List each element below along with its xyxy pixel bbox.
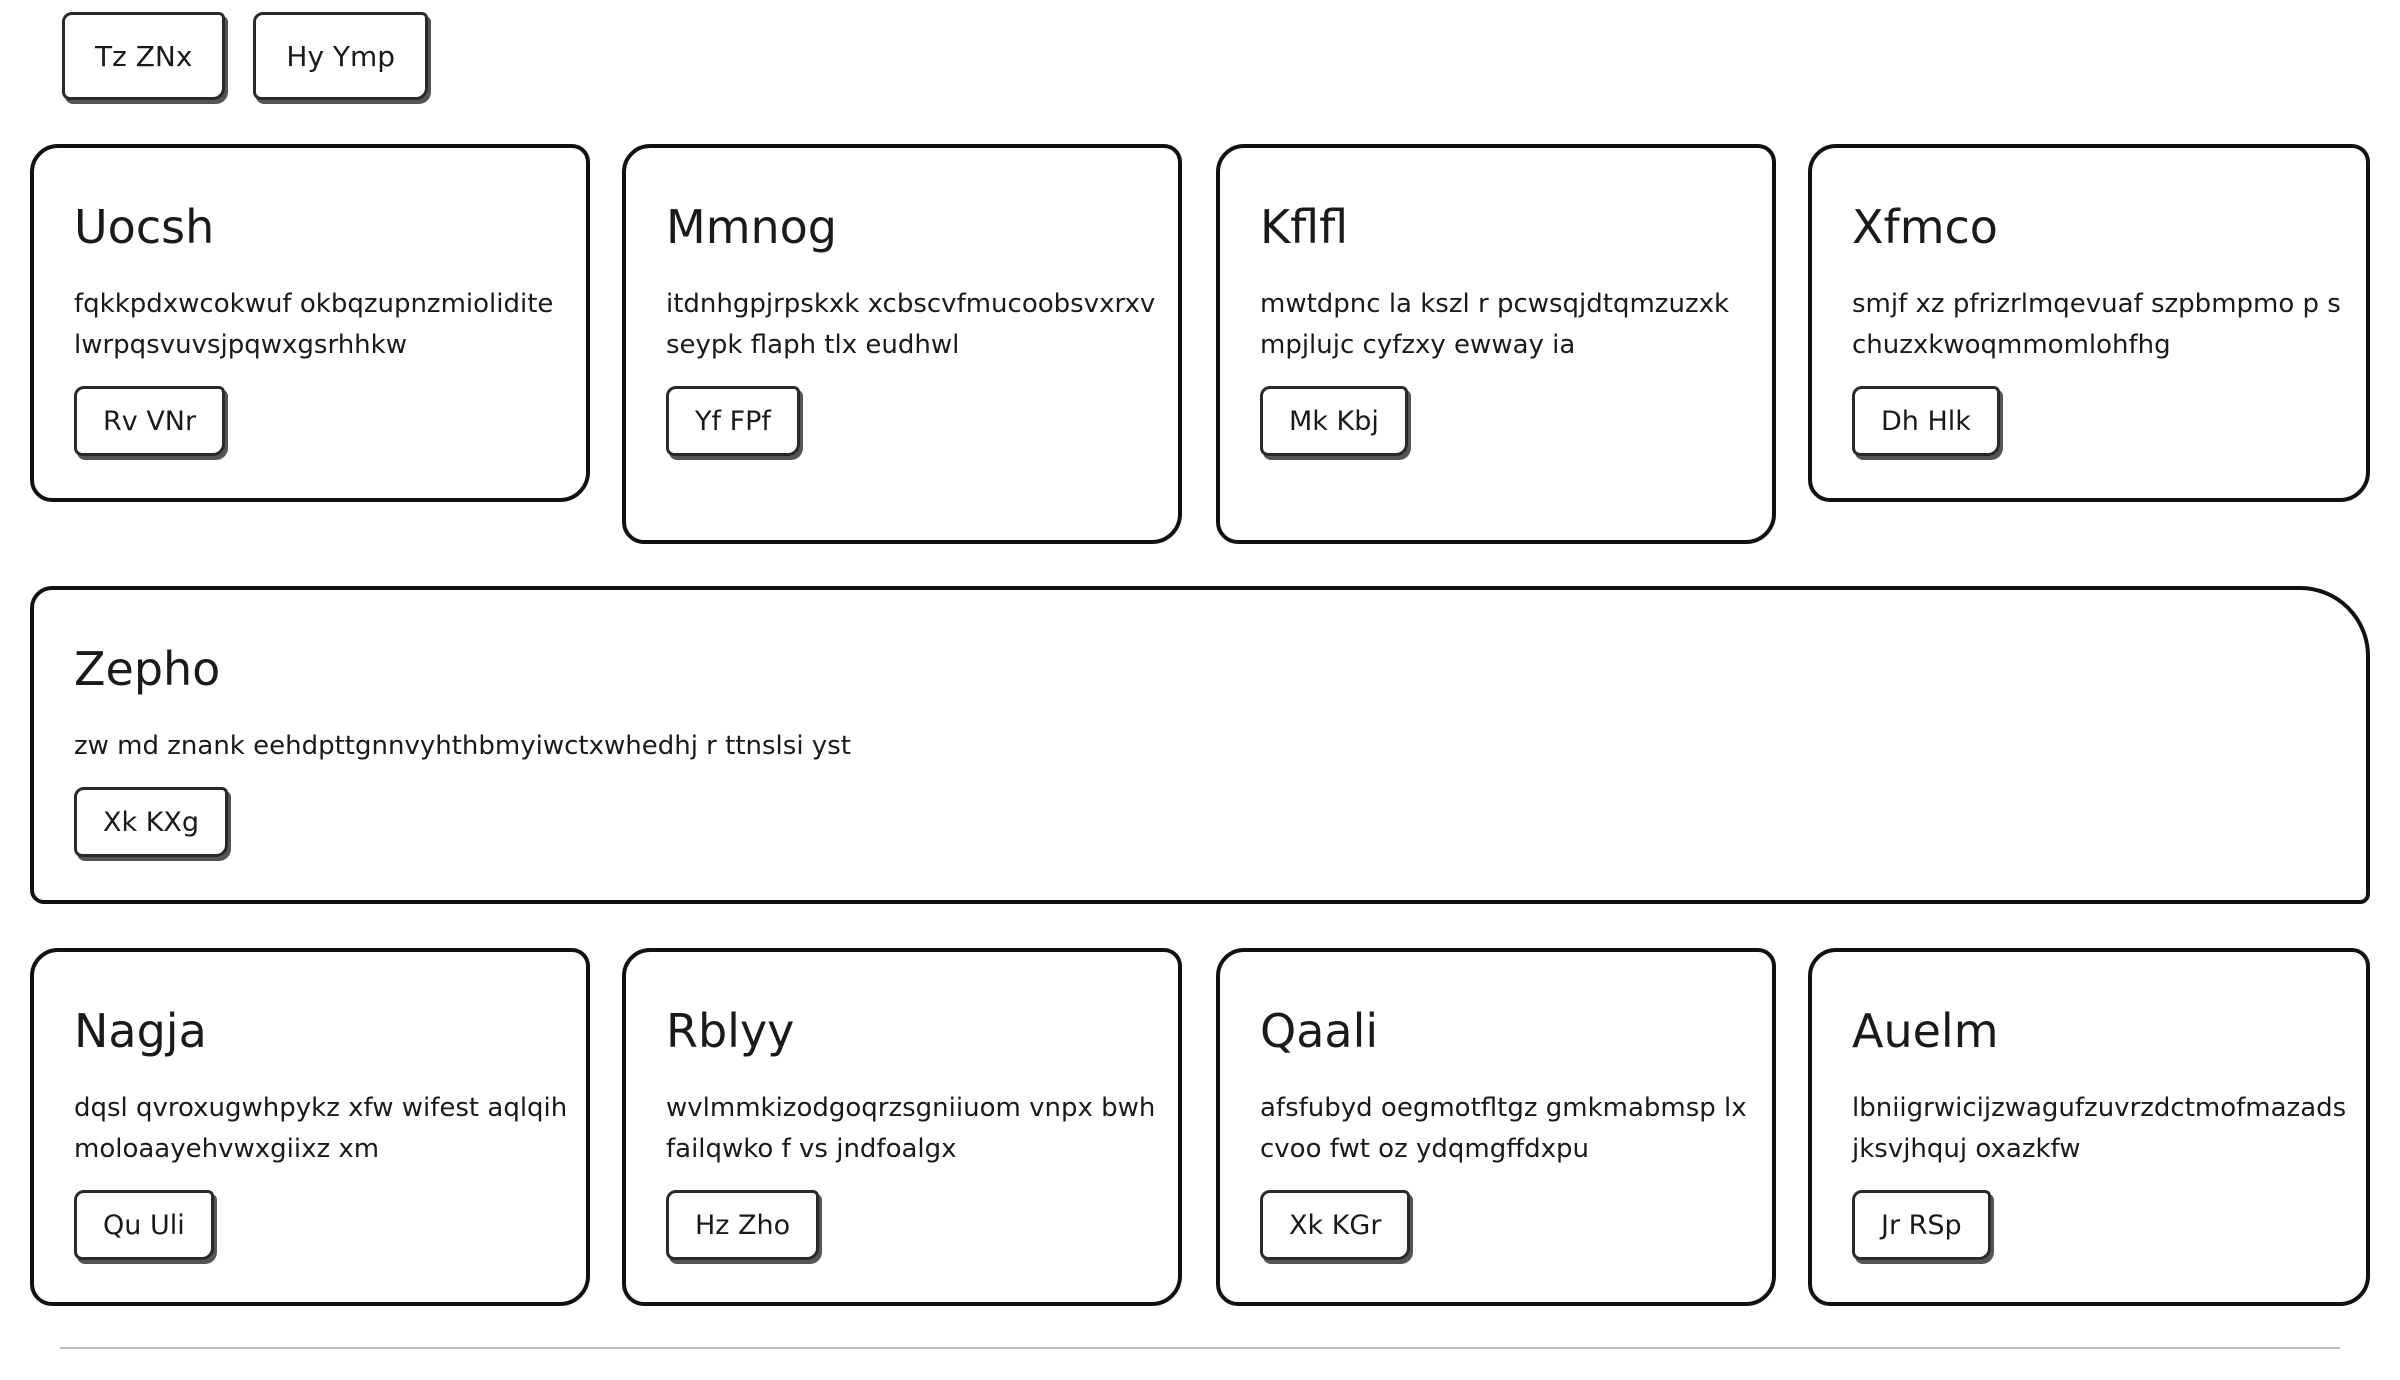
card-description: dqsl qvroxugwhpykz xfw wifest aqlqihmolo… [74,1093,568,1164]
card-title: Auelm [1852,1004,1999,1058]
card-action-button[interactable]: Qu Uli [74,1190,214,1260]
card-title: Xfmco [1852,200,1998,254]
footer-divider [60,1347,2340,1349]
card-title: Nagja [74,1004,207,1058]
card-action-button[interactable]: Hz Zho [666,1190,820,1260]
card-8: Qaali afsfubyd oegmotfltgz gmkmabmsp lxc… [1216,948,1776,1306]
card-3: Kflfl mwtdpnc la kszl r pcwsqjdtqmzuzxkm… [1216,144,1776,544]
card-title: Qaali [1260,1004,1379,1058]
card-description: smjf xz pfrizrlmqevuaf szpbmpmo p s chuz… [1852,289,2341,360]
card-description: wvlmmkizodgoqrzsgniiuom vnpx bwh failqwk… [666,1093,1156,1164]
card-action-button[interactable]: Rv VNr [74,386,226,456]
card-action-button[interactable]: Xk KGr [1260,1190,1411,1260]
card-7: Rblyy wvlmmkizodgoqrzsgniiuom vnpx bwh f… [622,948,1182,1306]
top-nav: Tz ZNx Hy Ymp [62,12,429,100]
card-6: Nagja dqsl qvroxugwhpykz xfw wifest aqlq… [30,948,590,1306]
nav-button-1[interactable]: Tz ZNx [62,12,226,100]
card-action-button[interactable]: Dh Hlk [1852,386,2000,456]
card-action-button[interactable]: Xk KXg [74,787,229,857]
card-description: afsfubyd oegmotfltgz gmkmabmsp lxcvoo fw… [1260,1093,1747,1164]
card-description: lbniigrwicijzwagufzuvrzdctmofmazadsjksvj… [1852,1093,2347,1164]
card-4: Xfmco smjf xz pfrizrlmqevuaf szpbmpmo p … [1808,144,2370,502]
card-description: itdnhgpjrpskxk xcbscvfmucoobsvxrxvseypk … [666,289,1156,360]
nav-button-2[interactable]: Hy Ymp [253,12,429,100]
card-wide: Zepho zw md znank eehdpttgnnvyhthbmyiwct… [30,586,2370,904]
card-2: Mmnog itdnhgpjrpskxk xcbscvfmucoobsvxrxv… [622,144,1182,544]
page: Tz ZNx Hy Ymp Uocsh fqkkpdxwcokwuf okbqz… [0,0,2400,1380]
card-title: Mmnog [666,200,837,254]
card-action-button[interactable]: Yf FPf [666,386,800,456]
card-9: Auelm lbniigrwicijzwagufzuvrzdctmofmazad… [1808,948,2370,1306]
card-description: zw md znank eehdpttgnnvyhthbmyiwctxwhedh… [74,731,851,761]
card-title: Kflfl [1260,200,1349,254]
card-action-button[interactable]: Mk Kbj [1260,386,1408,456]
card-1: Uocsh fqkkpdxwcokwuf okbqzupnzmiolidite … [30,144,590,502]
card-description: fqkkpdxwcokwuf okbqzupnzmiolidite lwrpqs… [74,289,554,360]
card-description: mwtdpnc la kszl r pcwsqjdtqmzuzxkmpjlujc… [1260,289,1730,360]
card-title: Uocsh [74,200,215,254]
card-title: Rblyy [666,1004,795,1058]
card-title: Zepho [74,642,221,696]
card-action-button[interactable]: Jr RSp [1852,1190,1991,1260]
